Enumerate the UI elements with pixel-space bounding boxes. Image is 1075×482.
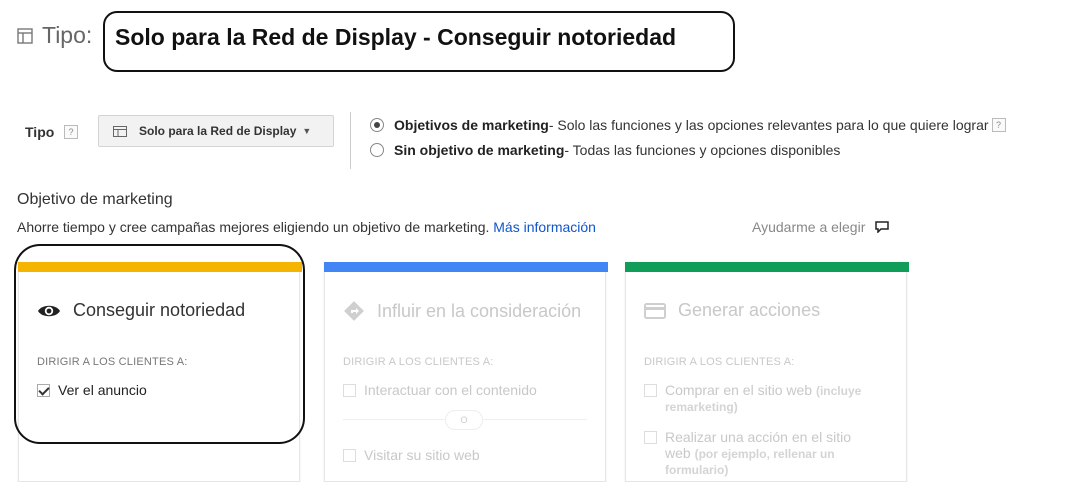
card-title: Generar acciones bbox=[678, 300, 821, 320]
divider bbox=[350, 112, 351, 169]
radio-title: Sin objetivo de marketing bbox=[394, 142, 565, 158]
radio-desc: - Solo las funciones y las opciones rele… bbox=[548, 117, 989, 133]
radio-desc: - Todas las funciones y opciones disponi… bbox=[564, 142, 841, 158]
objective-card-consideration[interactable]: Influir en la consideración DIRIGIR A LO… bbox=[324, 262, 608, 482]
option-visit-site[interactable]: Visitar su sitio web bbox=[343, 447, 480, 463]
option-note: remarketing) bbox=[665, 400, 738, 414]
radio-button-selected[interactable] bbox=[370, 118, 384, 132]
card-header: Influir en la consideración bbox=[343, 300, 581, 322]
checkbox[interactable] bbox=[343, 449, 356, 462]
description-text: Ahorre tiempo y cree campañas mejores el… bbox=[17, 219, 494, 235]
comment-icon bbox=[875, 221, 890, 233]
checkbox[interactable] bbox=[343, 384, 356, 397]
option-label: Visitar su sitio web bbox=[364, 447, 480, 463]
radio-no-objective[interactable]: Sin objetivo de marketing - Todas las fu… bbox=[370, 142, 840, 158]
option-label: Interactuar con el contenido bbox=[364, 382, 537, 398]
chevron-down-icon: ▼ bbox=[302, 126, 312, 136]
option-interact-content[interactable]: Interactuar con el contenido bbox=[343, 382, 537, 398]
grid-icon bbox=[113, 125, 127, 137]
campaign-type-dropdown[interactable]: Solo para la Red de Display ▼ bbox=[98, 115, 334, 147]
card-header: Generar acciones bbox=[644, 300, 820, 321]
option-label: Realizar una acción en el sitio bbox=[665, 429, 851, 445]
checkbox[interactable] bbox=[644, 431, 657, 444]
help-icon[interactable]: ? bbox=[64, 125, 78, 139]
card-highlight-outline bbox=[14, 244, 305, 444]
option-label: Comprar en el sitio web bbox=[665, 382, 813, 398]
or-separator: O bbox=[445, 410, 483, 430]
help-me-choose-link[interactable]: Ayudarme a elegir bbox=[752, 219, 890, 235]
option-note: (incluye bbox=[815, 384, 862, 398]
option-site-action[interactable]: Realizar una acción en el sitio web (por… bbox=[644, 429, 851, 477]
type-label: Tipo bbox=[25, 124, 55, 140]
card-color-bar bbox=[324, 262, 608, 272]
radio-button[interactable] bbox=[370, 143, 384, 157]
page-title-label: Tipo: bbox=[42, 22, 93, 48]
card-icon bbox=[644, 302, 666, 319]
option-note: (por ejemplo, rellenar un bbox=[694, 447, 835, 461]
option-buy-online[interactable]: Comprar en el sitio web (incluye remarke… bbox=[644, 382, 861, 414]
card-title: Influir en la consideración bbox=[377, 300, 582, 321]
card-subtitle: DIRIGIR A LOS CLIENTES A: bbox=[343, 356, 494, 368]
radio-title: Objetivos de marketing bbox=[394, 117, 549, 133]
checkbox[interactable] bbox=[644, 384, 657, 397]
help-choose-label: Ayudarme a elegir bbox=[752, 219, 866, 235]
table-icon bbox=[17, 28, 33, 44]
option-note: formulario) bbox=[665, 463, 729, 477]
card-subtitle: DIRIGIR A LOS CLIENTES A: bbox=[644, 356, 795, 368]
dropdown-value: Solo para la Red de Display bbox=[139, 124, 297, 138]
page-title-value: Solo para la Red de Display - Conseguir … bbox=[115, 24, 677, 50]
diamond-arrow-icon bbox=[344, 301, 364, 321]
section-description: Ahorre tiempo y cree campañas mejores el… bbox=[17, 219, 596, 235]
more-info-link[interactable]: Más información bbox=[493, 219, 596, 235]
radio-marketing-objectives[interactable]: Objetivos de marketing - Solo las funcio… bbox=[370, 117, 1006, 133]
section-title: Objetivo de marketing bbox=[17, 191, 173, 208]
card-color-bar bbox=[625, 262, 909, 272]
help-icon[interactable]: ? bbox=[991, 118, 1006, 132]
objective-card-action[interactable]: Generar acciones DIRIGIR A LOS CLIENTES … bbox=[625, 262, 909, 482]
option-label: web bbox=[665, 445, 691, 461]
